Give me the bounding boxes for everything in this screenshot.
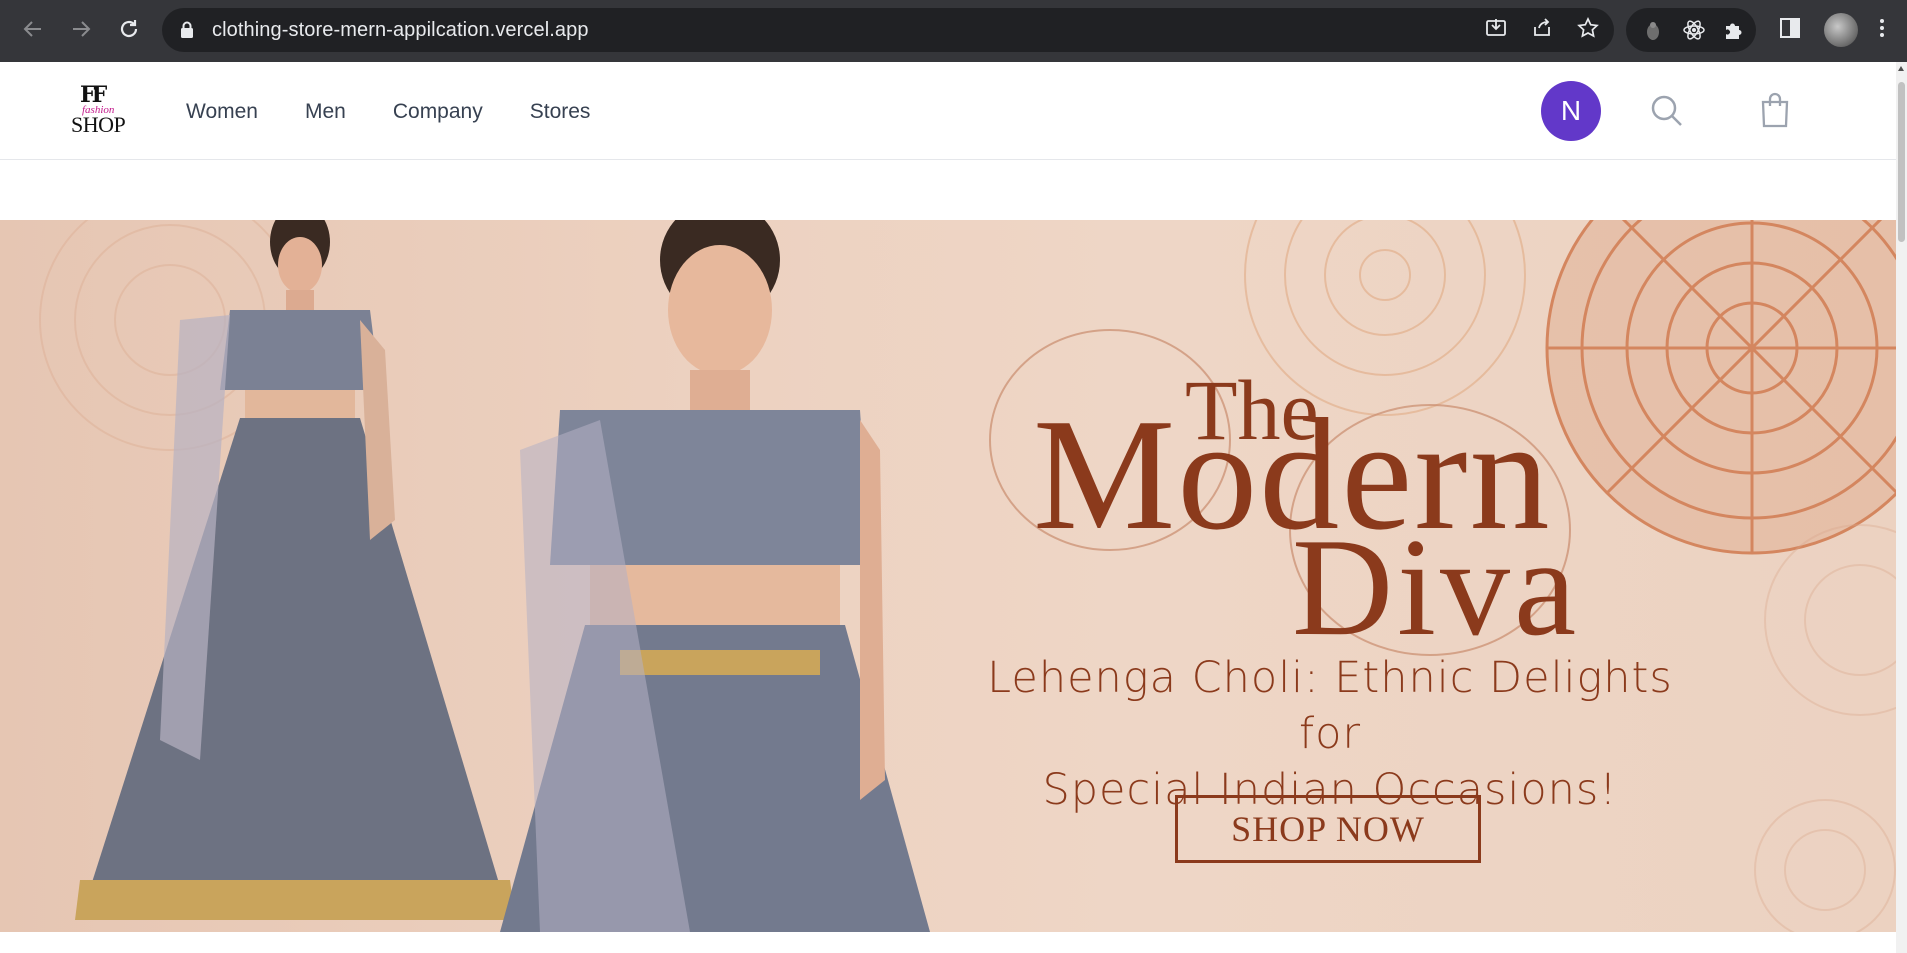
nav-item-stores[interactable]: Stores [530,100,591,124]
hero-artwork [39,220,1896,932]
store-logo[interactable]: FF fashion SHOP [70,82,126,138]
scrollbar-thumb[interactable] [1898,82,1905,242]
hero-banner: The Modern Diva Lehenga Choli: Ethnic De… [0,220,1896,932]
side-panel-icon[interactable] [1778,16,1802,45]
puzzle-icon[interactable] [1722,18,1746,47]
nav-item-men[interactable]: Men [305,100,346,124]
shop-now-button[interactable]: SHOP NOW [1175,795,1481,863]
main-nav: Women Men Company Stores [186,100,590,124]
back-icon[interactable] [18,14,48,44]
url-text[interactable]: clothing-store-mern-appilcation.vercel.a… [212,19,589,42]
reload-icon[interactable] [114,14,144,44]
kebab-menu-icon[interactable] [1878,16,1886,45]
extension-ghost-icon[interactable] [1642,19,1664,46]
logo-wordmark: SHOP [71,112,126,137]
hero-subheadline: Lehenga Choli: Ethnic Delights for Speci… [980,650,1680,818]
headline-diva: Diva [1292,510,1581,665]
user-avatar[interactable]: N [1541,81,1601,141]
lock-icon[interactable] [180,21,194,44]
extensions-area [1626,8,1756,52]
profile-avatar[interactable] [1824,13,1858,47]
search-icon[interactable] [1650,94,1684,133]
share-icon[interactable] [1530,16,1554,45]
install-icon[interactable] [1484,16,1508,45]
site-header: FF fashion SHOP Women Men Company Stores [0,62,1896,160]
forward-icon[interactable] [66,14,96,44]
shopping-bag-icon[interactable] [1760,92,1790,133]
star-icon[interactable] [1576,16,1600,45]
react-devtools-icon[interactable] [1682,18,1706,47]
nav-item-women[interactable]: Women [186,100,258,124]
browser-toolbar: clothing-store-mern-appilcation.vercel.a… [0,0,1907,62]
page-scrollbar[interactable] [1896,62,1907,953]
scroll-up-arrow-icon[interactable] [1898,66,1904,71]
address-bar[interactable]: clothing-store-mern-appilcation.vercel.a… [162,8,1614,52]
hero-subheadline-line-1: Lehenga Choli: Ethnic Delights for [987,653,1673,759]
nav-item-company[interactable]: Company [393,100,483,124]
